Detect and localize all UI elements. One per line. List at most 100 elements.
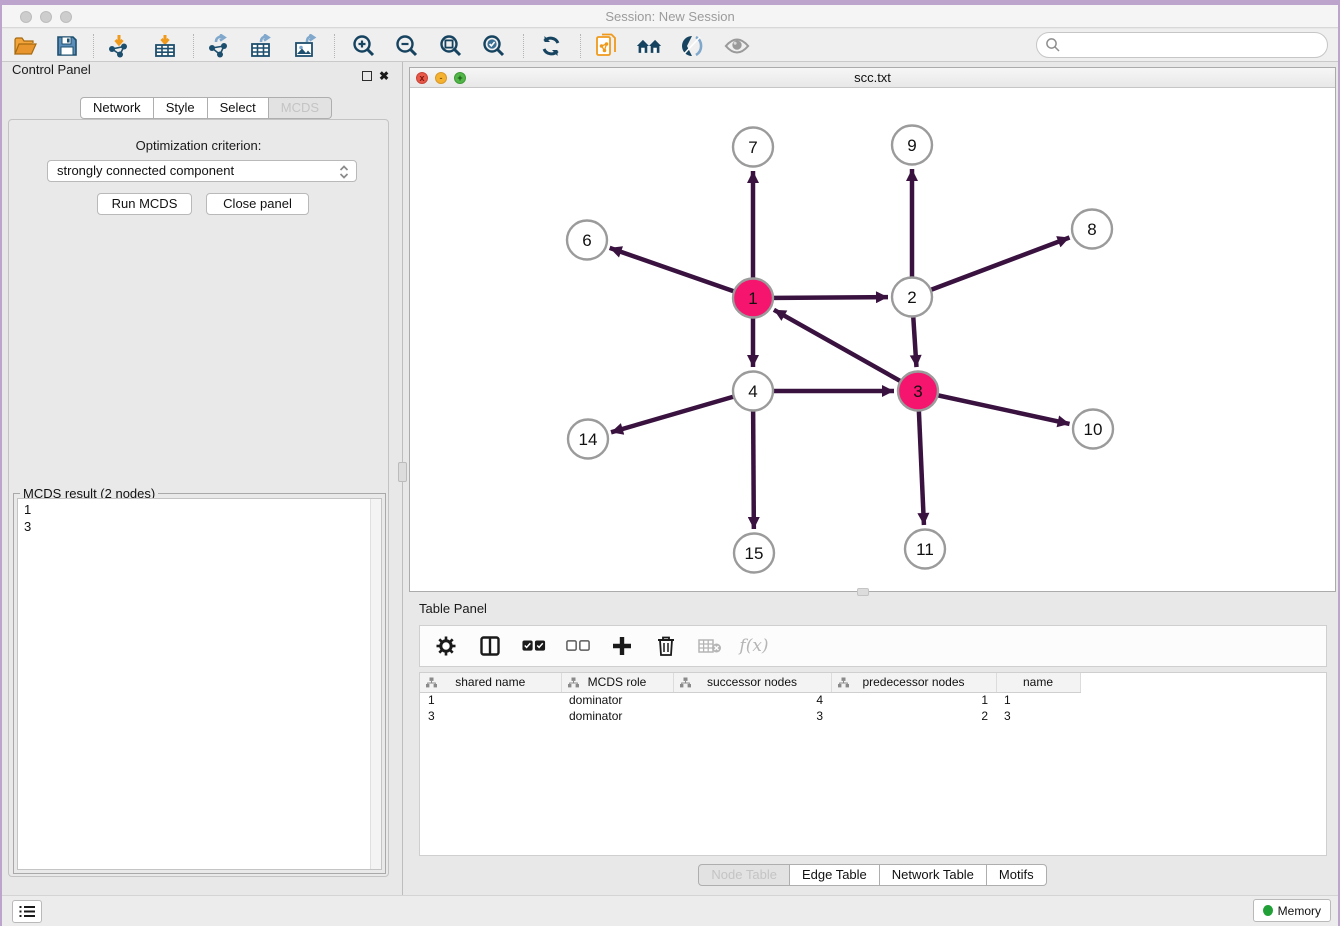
node-8[interactable]: 8 bbox=[1072, 210, 1112, 249]
table-cell[interactable]: 3 bbox=[673, 708, 831, 724]
delete-table-icon[interactable] bbox=[698, 634, 722, 658]
node-1[interactable]: 1 bbox=[733, 279, 773, 318]
run-mcds-button[interactable]: Run MCDS bbox=[97, 193, 192, 215]
table-row[interactable]: 1dominator411 bbox=[420, 692, 1320, 708]
node-10[interactable]: 10 bbox=[1073, 410, 1113, 449]
column-header-MCDS-role[interactable]: MCDS role bbox=[561, 673, 673, 692]
table-cell[interactable]: 2 bbox=[831, 708, 996, 724]
close-panel-button[interactable]: Close panel bbox=[206, 193, 309, 215]
gear-icon[interactable] bbox=[434, 634, 458, 658]
zoom-fit-icon[interactable] bbox=[438, 33, 464, 59]
titlebar[interactable]: Session: New Session bbox=[2, 5, 1338, 28]
table-cell[interactable]: 3 bbox=[420, 708, 561, 724]
zoom-selected-icon[interactable] bbox=[481, 33, 507, 59]
node-14[interactable]: 14 bbox=[568, 420, 608, 459]
edge-1-6[interactable] bbox=[610, 248, 753, 298]
column-header-predecessor-nodes[interactable]: predecessor nodes bbox=[831, 673, 996, 692]
search-input[interactable] bbox=[1036, 32, 1328, 58]
delete-column-icon[interactable] bbox=[654, 634, 678, 658]
column-header-name[interactable]: name bbox=[996, 673, 1080, 692]
table-cell[interactable]: 4 bbox=[673, 692, 831, 708]
zoom-out-icon[interactable] bbox=[394, 33, 420, 59]
node-label: 1 bbox=[748, 289, 757, 308]
tab-motifs[interactable]: Motifs bbox=[987, 864, 1047, 886]
add-column-icon[interactable] bbox=[610, 634, 634, 658]
minimize-window-button[interactable] bbox=[40, 11, 52, 23]
node-11[interactable]: 11 bbox=[905, 530, 945, 569]
tab-select[interactable]: Select bbox=[208, 97, 269, 119]
import-network-icon[interactable] bbox=[106, 33, 132, 59]
deselect-all-icon[interactable] bbox=[566, 634, 590, 658]
tab-network[interactable]: Network bbox=[80, 97, 154, 119]
refresh-layout-icon[interactable] bbox=[538, 33, 564, 59]
node-label: 8 bbox=[1087, 220, 1096, 239]
panel-divider-handle[interactable] bbox=[398, 462, 407, 482]
function-builder-icon[interactable]: f(x) bbox=[742, 634, 766, 658]
table-cell-filler bbox=[1080, 708, 1320, 724]
first-neighbors-icon[interactable] bbox=[636, 33, 662, 59]
table-cell[interactable]: dominator bbox=[561, 692, 673, 708]
column-header-filler bbox=[1080, 673, 1320, 692]
export-image-icon[interactable] bbox=[293, 33, 319, 59]
maximize-window-button[interactable] bbox=[60, 11, 72, 23]
show-hide-icon[interactable] bbox=[724, 33, 750, 59]
close-panel-icon[interactable]: ✖ bbox=[379, 71, 389, 82]
tab-node-table[interactable]: Node Table bbox=[698, 864, 790, 886]
column-header-shared-name[interactable]: shared name bbox=[420, 673, 561, 692]
optimization-criterion-select[interactable]: strongly connected component bbox=[47, 160, 357, 182]
clone-network-icon[interactable] bbox=[594, 33, 620, 59]
memory-button[interactable]: Memory bbox=[1253, 899, 1331, 922]
edge-2-8[interactable] bbox=[912, 237, 1070, 297]
column-layout-icon[interactable] bbox=[478, 634, 502, 658]
select-all-icon[interactable] bbox=[522, 634, 546, 658]
open-file-icon[interactable] bbox=[12, 33, 38, 59]
node-7[interactable]: 7 bbox=[733, 128, 773, 167]
edge-3-1[interactable] bbox=[774, 310, 918, 391]
network-minimize-button[interactable]: - bbox=[435, 72, 447, 84]
save-session-icon[interactable] bbox=[54, 33, 80, 59]
selected-criterion: strongly connected component bbox=[57, 163, 234, 178]
edge-3-10[interactable] bbox=[918, 391, 1070, 424]
tab-style[interactable]: Style bbox=[154, 97, 208, 119]
export-table-icon[interactable] bbox=[249, 33, 275, 59]
edge-4-14[interactable] bbox=[611, 391, 753, 432]
task-history-button[interactable] bbox=[12, 900, 42, 923]
network-canvas[interactable]: 1 2 3 4 6 7 8 9 10 11 14 15 bbox=[410, 88, 1335, 591]
float-panel-icon[interactable] bbox=[362, 71, 372, 81]
result-scrollbar[interactable] bbox=[370, 499, 381, 869]
toolbar-separator bbox=[580, 34, 581, 58]
node-4[interactable]: 4 bbox=[733, 372, 773, 411]
network-svg[interactable]: 1 2 3 4 6 7 8 9 10 11 14 15 bbox=[410, 88, 1335, 591]
network-table-divider-handle[interactable] bbox=[857, 588, 869, 596]
mcds-tab-content: Optimization criterion: strongly connect… bbox=[8, 119, 389, 877]
node-2[interactable]: 2 bbox=[892, 278, 932, 317]
table-row[interactable]: 3dominator323 bbox=[420, 708, 1320, 724]
network-window-titlebar[interactable]: x - + scc.txt bbox=[410, 68, 1335, 88]
table-cell[interactable]: 1 bbox=[420, 692, 561, 708]
mcds-result-line: 1 bbox=[24, 501, 381, 518]
close-window-button[interactable] bbox=[20, 11, 32, 23]
table-cell[interactable]: 1 bbox=[996, 692, 1080, 708]
toolbar-separator bbox=[93, 34, 94, 58]
column-header-successor-nodes[interactable]: successor nodes bbox=[673, 673, 831, 692]
node-9[interactable]: 9 bbox=[892, 126, 932, 165]
tab-mcds[interactable]: MCDS bbox=[269, 97, 332, 119]
tab-network-table[interactable]: Network Table bbox=[880, 864, 987, 886]
export-network-icon[interactable] bbox=[206, 33, 232, 59]
table-cell[interactable]: 1 bbox=[831, 692, 996, 708]
table-cell[interactable]: 3 bbox=[996, 708, 1080, 724]
tab-edge-table[interactable]: Edge Table bbox=[790, 864, 880, 886]
mcds-result-textarea[interactable]: 13 bbox=[17, 498, 382, 870]
network-close-button[interactable]: x bbox=[416, 72, 428, 84]
node-3[interactable]: 3 bbox=[898, 372, 938, 411]
zoom-in-icon[interactable] bbox=[351, 33, 377, 59]
import-table-icon[interactable] bbox=[152, 33, 178, 59]
toolbar-separator bbox=[193, 34, 194, 58]
node-label: 14 bbox=[579, 430, 598, 449]
vizmapper-icon[interactable] bbox=[680, 33, 706, 59]
edge-4-15[interactable] bbox=[753, 391, 754, 529]
network-maximize-button[interactable]: + bbox=[454, 72, 466, 84]
table-cell[interactable]: dominator bbox=[561, 708, 673, 724]
node-15[interactable]: 15 bbox=[734, 534, 774, 573]
node-6[interactable]: 6 bbox=[567, 221, 607, 260]
